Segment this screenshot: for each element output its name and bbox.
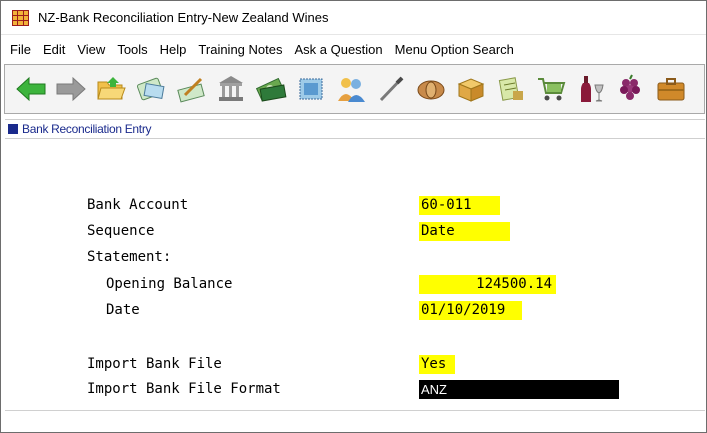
people-icon[interactable]	[333, 72, 368, 107]
panel-marker-icon	[8, 124, 18, 134]
sequence-field[interactable]: Date	[419, 222, 510, 241]
panel-header: Bank Reconciliation Entry	[5, 119, 705, 139]
pen-signing-icon[interactable]	[173, 72, 208, 107]
panel-title: Bank Reconciliation Entry	[22, 122, 152, 136]
back-arrow-icon[interactable]	[13, 72, 48, 107]
box-icon[interactable]	[453, 72, 488, 107]
menu-ask-a-question[interactable]: Ask a Question	[288, 42, 388, 57]
menu-view[interactable]: View	[71, 42, 111, 57]
briefcase-icon[interactable]	[653, 72, 688, 107]
statement-date-field[interactable]: 01/10/2019	[419, 301, 522, 320]
menu-option-search[interactable]: Menu Option Search	[389, 42, 520, 57]
window-title: NZ-Bank Reconciliation Entry-New Zealand…	[38, 10, 329, 25]
pen-icon[interactable]	[373, 72, 408, 107]
wine-bottle-icon[interactable]	[573, 72, 608, 107]
date-label: Date	[106, 302, 140, 318]
panel-bottom-divider	[5, 410, 705, 411]
forward-arrow-icon[interactable]	[53, 72, 88, 107]
sequence-label: Sequence	[87, 223, 155, 239]
folder-icon[interactable]	[93, 72, 128, 107]
menu-file[interactable]: File	[4, 42, 37, 57]
menu-bar: File Edit View Tools Help Training Notes…	[1, 38, 706, 60]
barrel-icon[interactable]	[413, 72, 448, 107]
app-logo-icon	[12, 10, 29, 26]
bank-building-icon[interactable]	[213, 72, 248, 107]
opening-balance-label: Opening Balance	[106, 276, 233, 292]
menu-help[interactable]: Help	[154, 42, 193, 57]
bank-account-field[interactable]: 60-011	[419, 196, 500, 215]
menu-training-notes[interactable]: Training Notes	[192, 42, 288, 57]
app-window: NZ-Bank Reconciliation Entry-New Zealand…	[0, 0, 707, 433]
import-bank-file-format-label: Import Bank File Format	[87, 381, 281, 397]
import-bank-file-field[interactable]: Yes	[419, 355, 455, 374]
toolbar	[4, 64, 705, 114]
import-bank-file-label: Import Bank File	[87, 356, 222, 372]
title-bar: NZ-Bank Reconciliation Entry-New Zealand…	[1, 1, 706, 35]
opening-balance-field[interactable]: 124500.14	[419, 275, 556, 294]
cart-icon[interactable]	[533, 72, 568, 107]
import-bank-file-format-field[interactable]: ANZ	[419, 380, 619, 399]
money-icon[interactable]	[253, 72, 288, 107]
bank-account-label: Bank Account	[87, 197, 189, 213]
grapes-icon[interactable]	[613, 72, 648, 107]
statement-label: Statement:	[87, 249, 172, 265]
checkbook-icon[interactable]	[133, 72, 168, 107]
menu-tools[interactable]: Tools	[111, 42, 153, 57]
cash-icon[interactable]	[493, 72, 528, 107]
stamp-icon[interactable]	[293, 72, 328, 107]
reconciliation-form: Bank Account 60-011 Sequence Date Statem…	[1, 141, 706, 411]
menu-edit[interactable]: Edit	[37, 42, 71, 57]
